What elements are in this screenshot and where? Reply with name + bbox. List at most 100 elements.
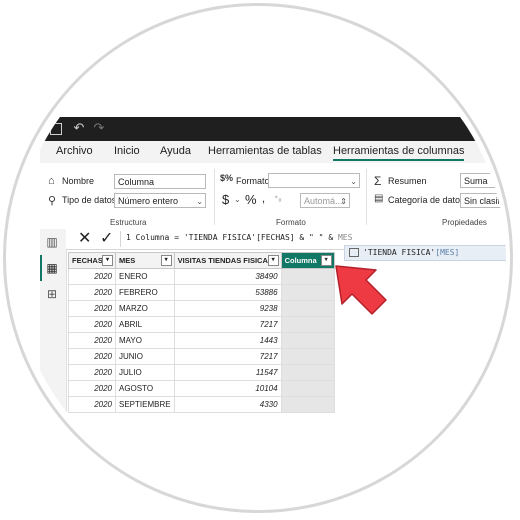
chevron-down-icon: ⌄: [350, 177, 357, 186]
sigma-icon: Σ: [374, 174, 382, 188]
cell-visitas: 53886: [173, 284, 282, 301]
formula-input[interactable]: 1 Columna = 'TIENDA FISICA'[FECHAS] & " …: [126, 233, 352, 242]
group-separator: [214, 169, 215, 225]
tab-inicio[interactable]: Inicio: [114, 145, 140, 157]
filter-icon[interactable]: ▾: [102, 255, 113, 266]
cell-fechas: 2020: [68, 268, 116, 285]
column-header-columna[interactable]: Columna ▾: [280, 252, 335, 269]
model-view-icon[interactable]: ⊞: [45, 287, 59, 301]
column-header-visitas[interactable]: VISITAS TIENDAS FISICAS ▾: [173, 252, 282, 269]
cell-fechas: 2020: [68, 348, 116, 365]
cell-fechas: 2020: [68, 284, 116, 301]
summary-label: Resumen: [388, 176, 427, 186]
table-row: 2020 JULIO 11547: [68, 364, 335, 381]
cell-mes: ABRIL: [115, 316, 175, 333]
tab-herramientas-columnas[interactable]: Herramientas de columnas: [333, 145, 465, 161]
table-row: 2020 MAYO 1443: [68, 332, 335, 349]
table-column-icon: [349, 248, 359, 257]
decimal-icon[interactable]: ⁺₀: [274, 194, 282, 203]
cell-columna: [280, 332, 335, 349]
tab-ayuda[interactable]: Ayuda: [160, 145, 191, 157]
cell-visitas: 10104: [173, 380, 282, 397]
group-separator: [366, 169, 367, 225]
column-header-label: FECHAS: [72, 256, 103, 265]
table-row: 2020 SEPTIEMBRE 4330: [68, 396, 335, 413]
data-table: FECHAS ▾ MES ▾ VISITAS TIENDAS FISICAS ▾ Co…: [68, 252, 335, 413]
format-select[interactable]: ⌄: [268, 173, 360, 188]
datatype-select[interactable]: Número entero ⌄: [114, 193, 206, 208]
cell-columna: [280, 316, 335, 333]
category-select[interactable]: Sin clasifica: [460, 193, 506, 208]
column-header-label: MES: [119, 256, 136, 265]
cell-visitas: 7217: [173, 348, 282, 365]
datatype-value: Número entero: [118, 196, 179, 206]
column-header-fechas[interactable]: FECHAS ▾: [68, 252, 116, 269]
circular-viewport: ↶ ↷ Archivo Inicio Ayuda Herramientas de…: [14, 14, 506, 506]
cell-mes: JUNIO: [115, 348, 175, 365]
table-row: 2020 FEBRERO 53886: [68, 284, 335, 301]
name-label: Nombre: [62, 176, 95, 186]
chevron-down-icon[interactable]: ⌄: [234, 195, 241, 204]
suggestion-table: 'TIENDA FISICA': [363, 248, 436, 257]
chevron-down-icon: ⌄: [196, 197, 203, 206]
power-bi-window: ↶ ↷ Archivo Inicio Ayuda Herramientas de…: [14, 14, 506, 506]
redo-icon[interactable]: ↷: [92, 121, 106, 135]
red-arrow-annotation: [335, 265, 387, 315]
save-icon[interactable]: [50, 123, 62, 135]
cell-mes: JULIO: [115, 364, 175, 381]
percent-button[interactable]: %: [245, 192, 257, 207]
report-view-icon[interactable]: ▥: [45, 235, 59, 249]
cancel-formula-button[interactable]: ✕: [78, 230, 91, 248]
format-icon: $%: [220, 173, 234, 183]
formula-text: Columna = 'TIENDA FISICA'[FECHAS] & " " …: [135, 233, 338, 242]
thousands-separator-button[interactable]: ,: [262, 193, 265, 205]
summary-select[interactable]: Suma: [460, 173, 506, 188]
tag-icon: ⌂: [48, 175, 55, 187]
cell-visitas: 11547: [173, 364, 282, 381]
structure-group-title: Estructura: [110, 218, 147, 227]
ribbon-tabs: Archivo Inicio Ayuda Herramientas de tab…: [40, 141, 506, 163]
decimals-value: Automá...: [304, 196, 343, 206]
datatype-label: Tipo de datos: [62, 195, 117, 205]
active-view-indicator: [40, 255, 42, 281]
view-rail: ▥ ▦ ⊞: [40, 229, 67, 506]
decimals-stepper[interactable]: Automá... ⇕: [300, 193, 350, 208]
filter-icon[interactable]: ▾: [267, 255, 279, 266]
cell-mes: ENERO: [115, 268, 175, 285]
tab-herramientas-tablas[interactable]: Herramientas de tablas: [208, 145, 322, 157]
title-bar: ↶ ↷: [14, 117, 506, 141]
table-view-icon[interactable]: ▦: [45, 261, 59, 275]
column-header-mes[interactable]: MES ▾: [115, 252, 175, 269]
name-input[interactable]: Columna: [114, 174, 206, 189]
undo-icon[interactable]: ↶: [72, 121, 86, 135]
properties-group-title: Propiedades: [442, 218, 487, 227]
cell-visitas: 1443: [173, 332, 282, 349]
cell-fechas: 2020: [68, 316, 116, 333]
stepper-arrows-icon: ⇕: [340, 197, 347, 206]
data-type-icon: ⚲: [48, 195, 57, 207]
cell-fechas: 2020: [68, 380, 116, 397]
cell-fechas: 2020: [68, 332, 116, 349]
filter-icon[interactable]: ▾: [160, 255, 172, 266]
tab-archivo[interactable]: Archivo: [56, 145, 93, 157]
table-body: 2020 ENERO 38490 2020 FEBRERO 53886 2020 MARZO 9…: [68, 268, 335, 413]
cell-fechas: 2020: [68, 396, 116, 413]
category-label: Categoría de datos: [388, 195, 465, 205]
category-icon: ▤: [374, 193, 384, 204]
format-label: Formato: [236, 176, 270, 186]
table-row: 2020 AGOSTO 10104: [68, 380, 335, 397]
table-row: 2020 ABRIL 7217: [68, 316, 335, 333]
cell-mes: SEPTIEMBRE: [115, 396, 175, 413]
cell-mes: AGOSTO: [115, 380, 175, 397]
cell-columna: [280, 300, 335, 317]
commit-formula-button[interactable]: ✓: [100, 230, 113, 248]
currency-button[interactable]: $: [222, 192, 229, 207]
ribbon: ⌂ Nombre Columna ⚲ Tipo de datos Número …: [40, 163, 506, 230]
formula-typed-text: MES: [337, 233, 353, 242]
cell-columna: [280, 268, 335, 285]
cell-visitas: 9238: [173, 300, 282, 317]
cell-columna: [280, 348, 335, 365]
cell-mes: FEBRERO: [115, 284, 175, 301]
cell-mes: MARZO: [115, 300, 175, 317]
autocomplete-suggestion[interactable]: 'TIENDA FISICA'[MES]: [344, 245, 506, 261]
